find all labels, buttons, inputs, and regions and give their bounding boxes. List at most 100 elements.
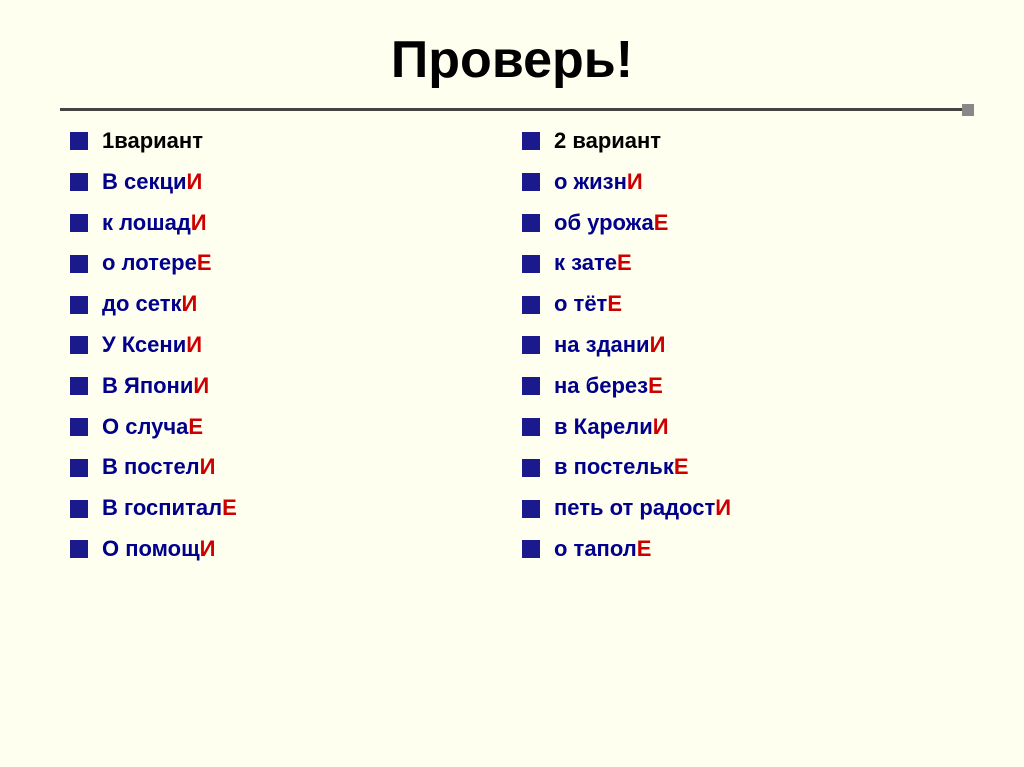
- item-ending: Е: [607, 291, 622, 316]
- content-columns: 1вариант В секциИ к лошадИ о лотереЕ до …: [60, 126, 964, 575]
- bullet-icon: [522, 377, 540, 395]
- col2-list: о жизнИ об урожаЕ к затеЕ о тётЕ на здан…: [522, 167, 954, 565]
- bullet-icon: [522, 255, 540, 273]
- list-item: в КарелиИ: [522, 412, 954, 443]
- item-base: о жизн: [554, 169, 627, 194]
- item-ending: И: [193, 373, 209, 398]
- bullet-icon: [70, 336, 88, 354]
- list-item: о лотереЕ: [70, 248, 502, 279]
- list-item: о таполЕ: [522, 534, 954, 565]
- item-ending: Е: [617, 250, 632, 275]
- item-base: О помощ: [102, 536, 200, 561]
- page-title: Проверь!: [60, 20, 964, 90]
- col1-header: 1вариант: [70, 126, 502, 157]
- list-item: в постелькЕ: [522, 452, 954, 483]
- list-item: на зданиИ: [522, 330, 954, 361]
- item-ending: И: [181, 291, 197, 316]
- item-ending: И: [653, 414, 669, 439]
- item-text: на зданиИ: [554, 330, 665, 361]
- item-ending: Е: [222, 495, 237, 520]
- item-ending: И: [627, 169, 643, 194]
- bullet-icon: [522, 418, 540, 436]
- list-item: до сеткИ: [70, 289, 502, 320]
- item-ending: Е: [637, 536, 652, 561]
- list-item: на березЕ: [522, 371, 954, 402]
- item-base: в постельк: [554, 454, 674, 479]
- bullet-icon: [70, 296, 88, 314]
- item-base: о лотере: [102, 250, 197, 275]
- list-item: к лошадИ: [70, 208, 502, 239]
- item-base: о тёт: [554, 291, 607, 316]
- item-text: о жизнИ: [554, 167, 643, 198]
- item-base: до сетк: [102, 291, 181, 316]
- list-item: В ЯпониИ: [70, 371, 502, 402]
- divider: [60, 108, 964, 111]
- item-ending: И: [650, 332, 666, 357]
- item-ending: И: [200, 454, 216, 479]
- list-item: В госпиталЕ: [70, 493, 502, 524]
- list-item: О случаЕ: [70, 412, 502, 443]
- item-text: В ЯпониИ: [102, 371, 209, 402]
- bullet-icon: [70, 132, 88, 150]
- bullet-icon: [70, 377, 88, 395]
- item-text: об урожаЕ: [554, 208, 668, 239]
- list-item: о тётЕ: [522, 289, 954, 320]
- item-ending: И: [191, 210, 207, 235]
- item-text: В постелИ: [102, 452, 215, 483]
- item-base: о тапол: [554, 536, 637, 561]
- item-base: О случа: [102, 414, 188, 439]
- item-text: в КарелиИ: [554, 412, 669, 443]
- list-item: петь от радостИ: [522, 493, 954, 524]
- item-text: о лотереЕ: [102, 248, 212, 279]
- item-base: к лошад: [102, 210, 191, 235]
- item-ending: И: [186, 332, 202, 357]
- item-ending: Е: [188, 414, 203, 439]
- item-text: В секциИ: [102, 167, 202, 198]
- page: Проверь! 1вариант В секциИ к лошадИ: [0, 0, 1024, 767]
- item-ending: Е: [197, 250, 212, 275]
- item-base: В постел: [102, 454, 200, 479]
- bullet-icon: [522, 173, 540, 191]
- col1-list: В секциИ к лошадИ о лотереЕ до сеткИ У К…: [70, 167, 502, 565]
- bullet-icon: [70, 173, 88, 191]
- item-text: до сеткИ: [102, 289, 197, 320]
- item-text: петь от радостИ: [554, 493, 731, 524]
- item-text: В госпиталЕ: [102, 493, 237, 524]
- item-ending: Е: [654, 210, 669, 235]
- list-item: об урожаЕ: [522, 208, 954, 239]
- item-ending: Е: [674, 454, 689, 479]
- item-ending: И: [200, 536, 216, 561]
- bullet-icon: [70, 214, 88, 232]
- item-base: петь от радост: [554, 495, 715, 520]
- item-ending: Е: [648, 373, 663, 398]
- list-item: О помощИ: [70, 534, 502, 565]
- divider-accent: [962, 104, 974, 116]
- col2-header: 2 вариант: [522, 126, 954, 157]
- bullet-icon: [70, 459, 88, 477]
- list-item: В секциИ: [70, 167, 502, 198]
- item-text: О помощИ: [102, 534, 215, 565]
- col1-header-text: 1вариант: [102, 126, 203, 157]
- item-base: об урожа: [554, 210, 654, 235]
- item-base: В Япони: [102, 373, 193, 398]
- column-1: 1вариант В секциИ к лошадИ о лотереЕ до …: [60, 126, 512, 575]
- list-item: к затеЕ: [522, 248, 954, 279]
- item-text: У КсениИ: [102, 330, 202, 361]
- item-ending: И: [187, 169, 203, 194]
- item-text: к лошадИ: [102, 208, 207, 239]
- bullet-icon: [70, 500, 88, 518]
- list-item: У КсениИ: [70, 330, 502, 361]
- item-base: В госпитал: [102, 495, 222, 520]
- bullet-icon: [70, 418, 88, 436]
- item-base: к зате: [554, 250, 617, 275]
- bullet-icon: [70, 255, 88, 273]
- item-text: в постелькЕ: [554, 452, 689, 483]
- list-item: о жизнИ: [522, 167, 954, 198]
- bullet-icon: [70, 540, 88, 558]
- column-2: 2 вариант о жизнИ об урожаЕ к затеЕ о тё…: [512, 126, 964, 575]
- list-item: В постелИ: [70, 452, 502, 483]
- item-base: В секци: [102, 169, 187, 194]
- item-base: на здани: [554, 332, 650, 357]
- bullet-icon: [522, 540, 540, 558]
- item-text: о тётЕ: [554, 289, 622, 320]
